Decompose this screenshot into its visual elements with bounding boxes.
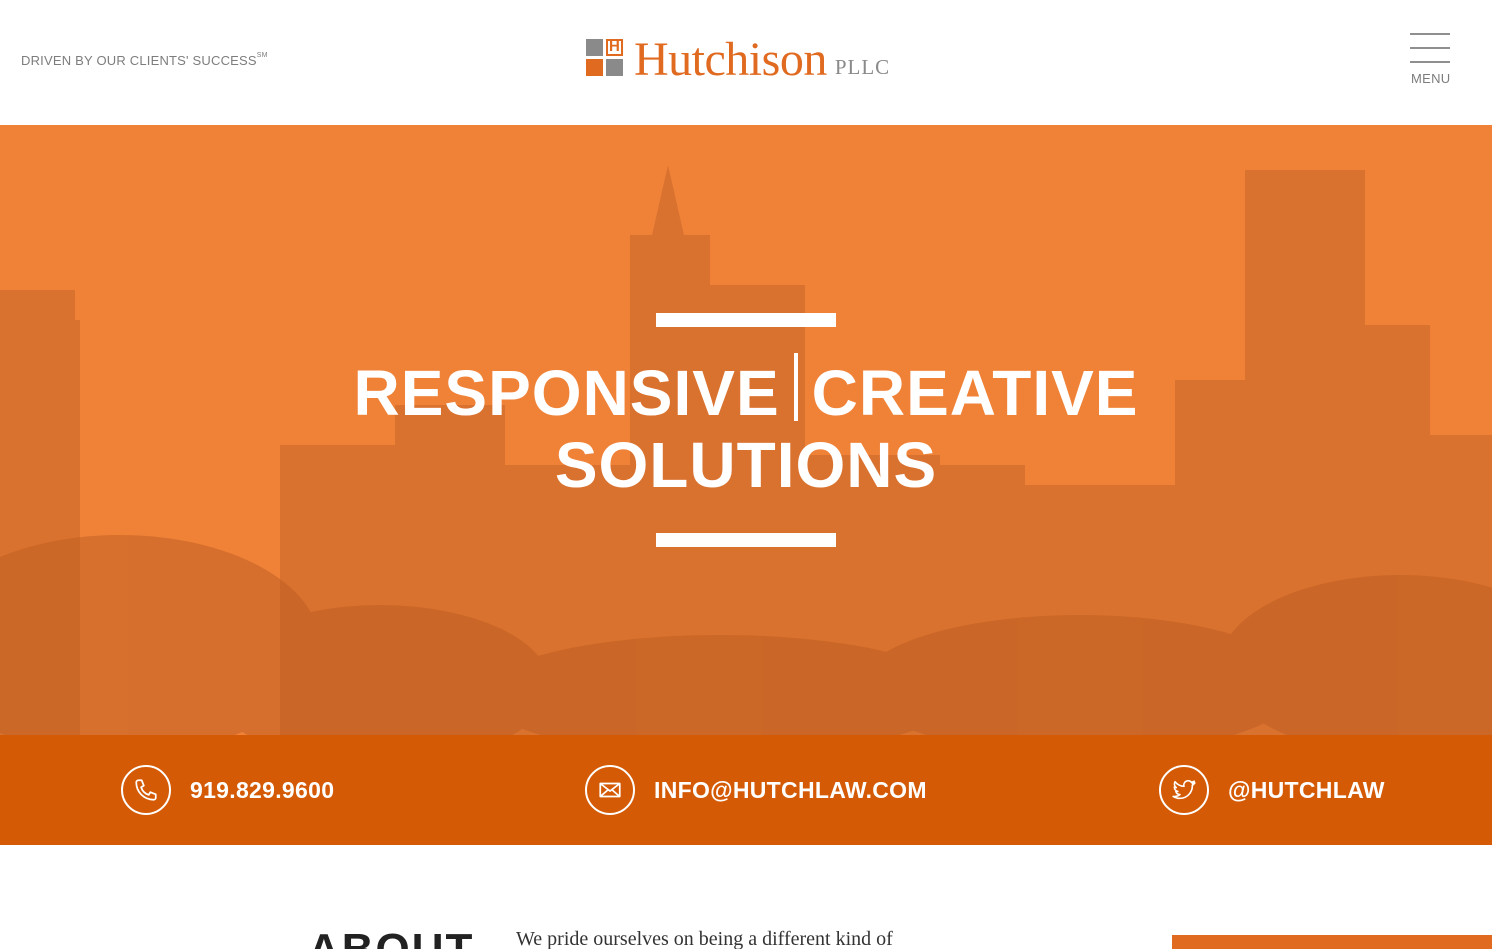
twitter-handle: @HUTCHLAW bbox=[1228, 776, 1385, 803]
twitter-link[interactable]: @HUTCHLAW bbox=[1159, 765, 1385, 815]
hamburger-icon bbox=[1410, 33, 1450, 35]
logo-mark-icon: H bbox=[586, 38, 626, 79]
hero-headline: RESPONSIVE CREATIVE SOLUTIONS bbox=[0, 353, 1492, 501]
hero-word-solutions: SOLUTIONS bbox=[554, 429, 938, 501]
logo-name: Hutchison bbox=[634, 33, 827, 86]
hero-banner: RESPONSIVE CREATIVE SOLUTIONS bbox=[0, 125, 1492, 735]
contact-bar: 919.829.9600 INFO@HUTCHLAW.COM @HUTCHLAW bbox=[0, 735, 1492, 845]
tagline: DRIVEN BY OUR CLIENTS' SUCCESSSM bbox=[21, 52, 268, 68]
hero-word-responsive: RESPONSIVE bbox=[353, 357, 780, 429]
email-link[interactable]: INFO@HUTCHLAW.COM bbox=[585, 765, 927, 815]
hero-divider bbox=[793, 353, 798, 421]
about-intro: We pride ourselves on being a different … bbox=[516, 928, 893, 949]
menu-label: MENU bbox=[1411, 71, 1451, 86]
twitter-icon bbox=[1159, 765, 1209, 815]
about-side-panel bbox=[1172, 935, 1492, 949]
service-mark: SM bbox=[256, 52, 268, 59]
menu-button[interactable]: MENU bbox=[1410, 33, 1450, 88]
site-header: DRIVEN BY OUR CLIENTS' SUCCESSSM H Hutch… bbox=[0, 0, 1492, 125]
email-address: INFO@HUTCHLAW.COM bbox=[654, 776, 927, 803]
phone-icon bbox=[121, 765, 171, 815]
phone-number: 919.829.9600 bbox=[190, 776, 335, 803]
site-logo[interactable]: H Hutchison PLLC bbox=[586, 36, 890, 84]
envelope-icon bbox=[585, 765, 635, 815]
tagline-text: DRIVEN BY OUR CLIENTS' SUCCESS bbox=[21, 53, 257, 68]
hero-bottom-rule bbox=[656, 533, 836, 547]
hero-word-creative: CREATIVE bbox=[811, 357, 1139, 429]
hero-top-rule bbox=[656, 313, 836, 327]
logo-suffix: PLLC bbox=[834, 55, 891, 79]
phone-link[interactable]: 919.829.9600 bbox=[121, 765, 334, 815]
about-heading: ABOUT bbox=[308, 925, 474, 949]
